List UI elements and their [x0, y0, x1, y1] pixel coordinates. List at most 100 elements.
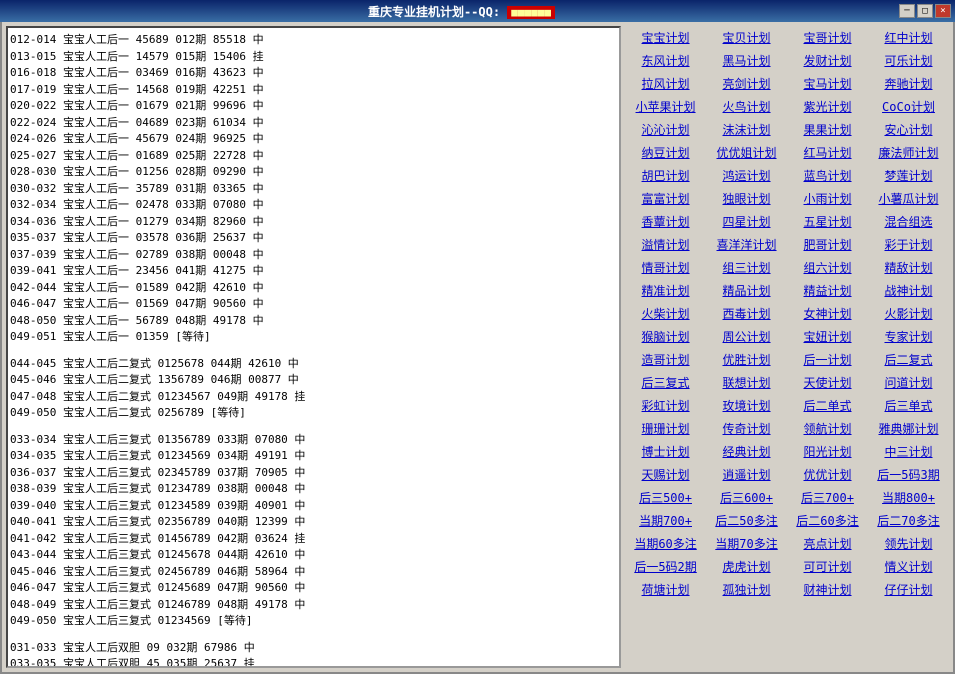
plan-link[interactable]: 五星计划 [787, 210, 868, 233]
plan-link[interactable]: 精准计划 [625, 279, 706, 302]
plan-link[interactable]: 鸿运计划 [706, 164, 787, 187]
plan-link[interactable]: 可乐计划 [868, 49, 949, 72]
plan-link[interactable]: 雅典娜计划 [868, 417, 949, 440]
plan-link[interactable]: 天使计划 [787, 371, 868, 394]
plan-link[interactable]: 玫境计划 [706, 394, 787, 417]
plan-link[interactable]: 西毒计划 [706, 302, 787, 325]
plan-link[interactable]: 当期60多注 [625, 532, 706, 555]
plan-link[interactable]: 优优姐计划 [706, 141, 787, 164]
plan-link[interactable]: 溢情计划 [625, 233, 706, 256]
plan-link[interactable]: 组六计划 [787, 256, 868, 279]
plan-link[interactable]: 拉风计划 [625, 72, 706, 95]
plan-link[interactable]: 后一计划 [787, 348, 868, 371]
plan-link[interactable]: 宝马计划 [787, 72, 868, 95]
plan-link[interactable]: 混合组选 [868, 210, 949, 233]
plan-link[interactable]: 当期70多注 [706, 532, 787, 555]
plan-link[interactable]: 彩于计划 [868, 233, 949, 256]
content-area[interactable]: 012-014 宝宝人工后一 45689 012期 85518 中013-015… [8, 28, 619, 666]
plan-link[interactable]: 当期800+ [868, 486, 949, 509]
plan-link[interactable]: 火鸟计划 [706, 95, 787, 118]
plan-link[interactable]: 经典计划 [706, 440, 787, 463]
plan-link[interactable]: 联想计划 [706, 371, 787, 394]
plan-link[interactable]: 后一5码2期 [625, 555, 706, 578]
plan-link[interactable]: 小苹果计划 [625, 95, 706, 118]
plan-link[interactable]: 博士计划 [625, 440, 706, 463]
plan-link[interactable]: 香蕈计划 [625, 210, 706, 233]
plan-link[interactable]: 后三500+ [625, 486, 706, 509]
plan-link[interactable]: 果果计划 [787, 118, 868, 141]
plan-link[interactable]: 亮点计划 [787, 532, 868, 555]
plan-link[interactable]: 后三复式 [625, 371, 706, 394]
plan-link[interactable]: 当期700+ [625, 509, 706, 532]
plan-link[interactable]: 领先计划 [868, 532, 949, 555]
plan-link[interactable]: 可可计划 [787, 555, 868, 578]
plan-link[interactable]: 彩虹计划 [625, 394, 706, 417]
plan-link[interactable]: 紫光计划 [787, 95, 868, 118]
plan-link[interactable]: 肥哥计划 [787, 233, 868, 256]
plan-link[interactable]: 红马计划 [787, 141, 868, 164]
plan-link[interactable]: 财神计划 [787, 578, 868, 601]
plan-link[interactable]: 火柴计划 [625, 302, 706, 325]
plan-link[interactable]: 后二70多注 [868, 509, 949, 532]
plan-link[interactable]: 亮剑计划 [706, 72, 787, 95]
plan-link[interactable]: 宝妞计划 [787, 325, 868, 348]
plan-link[interactable]: 独眼计划 [706, 187, 787, 210]
plan-link[interactable]: 小薯瓜计划 [868, 187, 949, 210]
plan-link[interactable]: 梦莲计划 [868, 164, 949, 187]
plan-link[interactable]: 荷塘计划 [625, 578, 706, 601]
plan-link[interactable]: 后二复式 [868, 348, 949, 371]
plan-link[interactable]: 战神计划 [868, 279, 949, 302]
plan-link[interactable]: 中三计划 [868, 440, 949, 463]
plan-link[interactable]: 领航计划 [787, 417, 868, 440]
plan-link[interactable]: CoCo计划 [868, 95, 949, 118]
plan-link[interactable]: 传奇计划 [706, 417, 787, 440]
plan-link[interactable]: 猴脑计划 [625, 325, 706, 348]
plan-link[interactable]: 精品计划 [706, 279, 787, 302]
plan-link[interactable]: 情哥计划 [625, 256, 706, 279]
plan-link[interactable]: 奔驰计划 [868, 72, 949, 95]
plan-link[interactable]: 阳光计划 [787, 440, 868, 463]
minimize-button[interactable]: ─ [899, 4, 915, 18]
plan-link[interactable]: 后三600+ [706, 486, 787, 509]
plan-link[interactable]: 孤独计划 [706, 578, 787, 601]
plan-link[interactable]: 后二60多注 [787, 509, 868, 532]
plan-link[interactable]: 专家计划 [868, 325, 949, 348]
plan-link[interactable]: 仔仔计划 [868, 578, 949, 601]
plan-link[interactable]: 安心计划 [868, 118, 949, 141]
plan-link[interactable]: 问道计划 [868, 371, 949, 394]
plan-link[interactable]: 后二单式 [787, 394, 868, 417]
plan-link[interactable]: 喜洋洋计划 [706, 233, 787, 256]
plan-link[interactable]: 东风计划 [625, 49, 706, 72]
plan-link[interactable]: 红中计划 [868, 26, 949, 49]
plan-link[interactable]: 黑马计划 [706, 49, 787, 72]
plan-link[interactable]: 火影计划 [868, 302, 949, 325]
plan-link[interactable]: 小雨计划 [787, 187, 868, 210]
plan-link[interactable]: 精敌计划 [868, 256, 949, 279]
plan-link[interactable]: 情义计划 [868, 555, 949, 578]
plan-link[interactable]: 富富计划 [625, 187, 706, 210]
plan-link[interactable]: 虎虎计划 [706, 555, 787, 578]
plan-link[interactable]: 后二50多注 [706, 509, 787, 532]
plan-link[interactable]: 宝哥计划 [787, 26, 868, 49]
plan-link[interactable]: 珊珊计划 [625, 417, 706, 440]
plan-link[interactable]: 优胜计划 [706, 348, 787, 371]
plan-link[interactable]: 天赐计划 [625, 463, 706, 486]
plan-link[interactable]: 精益计划 [787, 279, 868, 302]
plan-link[interactable]: 周公计划 [706, 325, 787, 348]
plan-link[interactable]: 造哥计划 [625, 348, 706, 371]
plan-link[interactable]: 后三700+ [787, 486, 868, 509]
plan-link[interactable]: 组三计划 [706, 256, 787, 279]
plan-link[interactable]: 后三单式 [868, 394, 949, 417]
plan-link[interactable]: 四星计划 [706, 210, 787, 233]
plan-link[interactable]: 沫沫计划 [706, 118, 787, 141]
plan-link[interactable]: 胡巴计划 [625, 164, 706, 187]
plan-link[interactable]: 蓝鸟计划 [787, 164, 868, 187]
plan-link[interactable]: 优优计划 [787, 463, 868, 486]
plan-link[interactable]: 女神计划 [787, 302, 868, 325]
plan-link[interactable]: 宝宝计划 [625, 26, 706, 49]
plan-link[interactable]: 逍遥计划 [706, 463, 787, 486]
plan-link[interactable]: 廉法师计划 [868, 141, 949, 164]
close-button[interactable]: × [935, 4, 951, 18]
maximize-button[interactable]: □ [917, 4, 933, 18]
plan-link[interactable]: 纳豆计划 [625, 141, 706, 164]
